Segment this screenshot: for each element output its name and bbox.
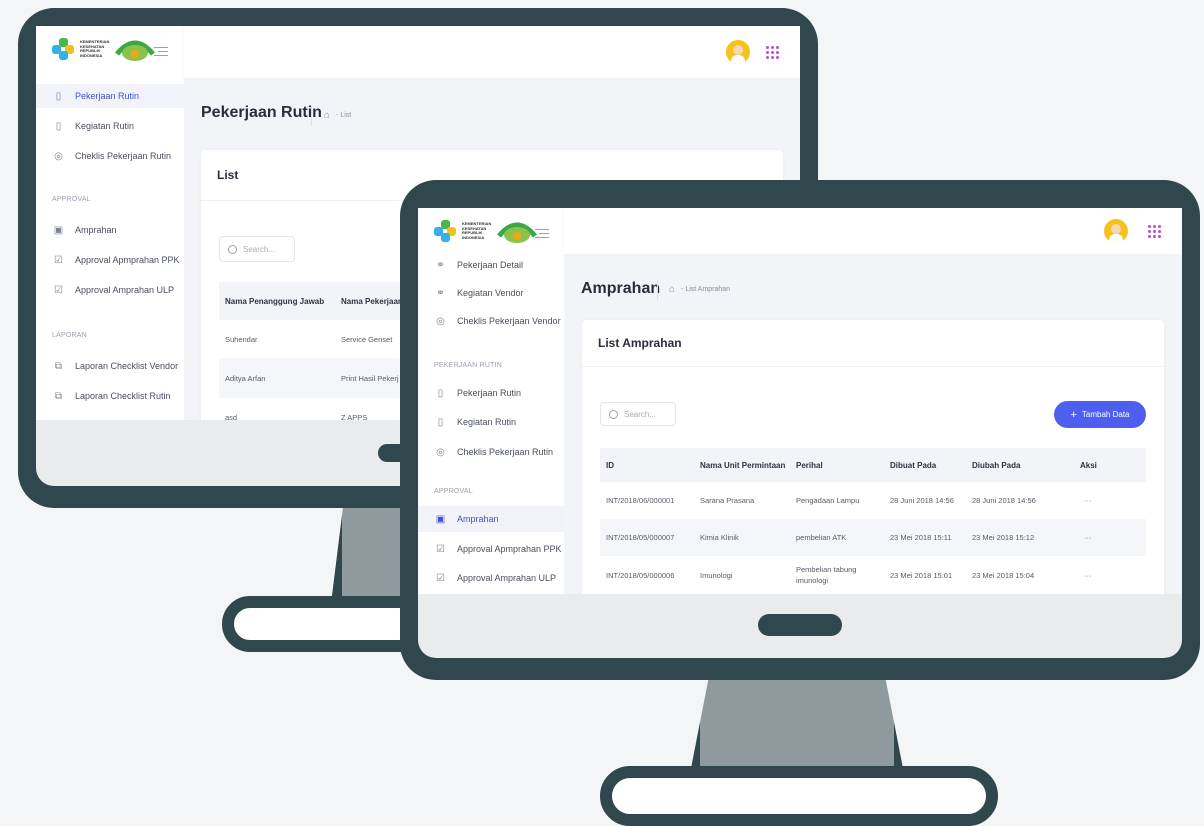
breadcrumb-current: - List Amprahan xyxy=(681,286,731,293)
home-icon[interactable]: ⌂ xyxy=(669,284,675,295)
column-header[interactable]: Aksi xyxy=(1080,461,1097,470)
building-icon: ▯ xyxy=(437,416,444,428)
table-cell: Imunologi xyxy=(700,571,733,580)
sidebar-item-cheklis-vendor[interactable]: ◎ Cheklis Pekerjaan Vendor xyxy=(418,312,561,330)
table-cell: 23 Mei 2018 15:12 xyxy=(972,533,1035,542)
column-header[interactable]: Nama Unit Permintaan xyxy=(700,461,785,470)
table-row[interactable]: INT/2018/05/000007 Kimia Klinik pembelia… xyxy=(600,519,1146,556)
table-cell: INT/2018/06/000001 xyxy=(606,496,675,505)
front-content: Amprahan ⌂ - List Amprahan List Amprahan … xyxy=(564,254,1182,594)
section-pekerjaan-rutin: PEKERJAAN RUTIN xyxy=(434,362,502,369)
sidebar-item-label: Approval Amprahan ULP xyxy=(457,573,557,583)
sidebar-item-label: Kegiatan Vendor xyxy=(457,288,524,298)
section-approval: APPROVAL xyxy=(434,488,473,495)
add-button-label: Tambah Data xyxy=(1081,410,1130,419)
box-icon: ▣ xyxy=(435,513,446,525)
sidebar-item-label: Amprahan xyxy=(457,514,499,524)
column-header[interactable]: Perihal xyxy=(796,461,823,470)
list-card: List Amprahan Search... + Tambah Data ID … xyxy=(582,320,1164,594)
sidebar-item-label: Pekerjaan Rutin xyxy=(457,388,522,398)
column-header[interactable]: Diubah Pada xyxy=(972,461,1020,470)
front-monitor-base xyxy=(600,766,998,826)
table-cell: 23 Mei 2018 15:04 xyxy=(972,571,1035,580)
row-actions-icon[interactable]: ··· xyxy=(1084,495,1092,506)
front-screen: KEMENTERIAN KESEHATAN REPUBLIK INDONESIA ⚭ P… xyxy=(418,208,1182,594)
column-header[interactable]: ID xyxy=(606,461,614,470)
table-cell: 23 Mei 2018 15:01 xyxy=(890,571,953,580)
sidebar-item-approval-ulp[interactable]: ☑ Approval Amprahan ULP xyxy=(418,569,556,587)
search-input[interactable]: Search... xyxy=(600,402,676,426)
table-cell: 23 Mei 2018 15:11 xyxy=(890,533,952,542)
add-data-button[interactable]: + Tambah Data xyxy=(1054,401,1146,428)
front-monitor: KEMENTERIAN KESEHATAN REPUBLIK INDONESIA ⚭ P… xyxy=(0,0,1204,826)
apps-grid-icon[interactable] xyxy=(1148,225,1161,238)
card-title: List Amprahan xyxy=(598,336,682,350)
table-cell: INT/2018/05/000007 xyxy=(606,533,675,542)
table-row[interactable]: INT/2018/06/000001 Sarana Prasana Pengad… xyxy=(600,482,1146,519)
handshake-icon: ⚭ xyxy=(436,287,445,299)
checkbox-icon: ☑ xyxy=(436,543,445,555)
logo-wordmark: KEMENTERIAN KESEHATAN REPUBLIK INDONESIA xyxy=(462,221,492,240)
row-actions-icon[interactable]: ··· xyxy=(1084,532,1092,543)
search-placeholder: Search... xyxy=(624,409,657,419)
sidebar-item-amprahan[interactable]: ▣ Amprahan xyxy=(418,506,564,532)
table-cell: 28 Juni 2018 14:56 xyxy=(890,496,954,505)
table-cell: pembelian ATK xyxy=(796,533,847,542)
breadcrumb: ⌂ - List Amprahan xyxy=(669,284,730,295)
sidebar-item-label: Approval Apmprahan PPK xyxy=(457,544,562,554)
plus-icon: + xyxy=(1070,408,1077,421)
sidebar-item-label: Kegiatan Rutin xyxy=(457,417,517,427)
front-logo: KEMENTERIAN KESEHATAN REPUBLIK INDONESIA xyxy=(434,218,538,244)
sidebar-item-pekerjaan-rutin[interactable]: ▯ Pekerjaan Rutin xyxy=(418,384,521,402)
sidebar-item-kegiatan-rutin[interactable]: ▯ Kegiatan Rutin xyxy=(418,413,516,431)
avatar[interactable] xyxy=(1104,219,1128,243)
card-divider xyxy=(582,366,1164,367)
front-sidebar: KEMENTERIAN KESEHATAN REPUBLIK INDONESIA ⚭ P… xyxy=(418,208,564,594)
front-monitor-slot xyxy=(758,614,842,636)
table-row[interactable]: INT/2018/05/000006 Imunologi Pembelian t… xyxy=(600,556,1146,594)
table-cell: Pembelian tabung imunologi xyxy=(796,565,857,585)
table-cell: Pengadaan Lampu xyxy=(796,496,860,505)
sidebar-item-label: Cheklis Pekerjaan Vendor xyxy=(457,316,561,326)
checkbox-icon: ☑ xyxy=(436,572,445,584)
menu-toggle-icon[interactable] xyxy=(535,226,549,241)
sidebar-item-cheklis-rutin[interactable]: ◎ Cheklis Pekerjaan Rutin xyxy=(418,443,553,461)
breadcrumb-divider xyxy=(657,280,658,300)
table-cell: INT/2018/05/000006 xyxy=(606,571,675,580)
page-title: Amprahan xyxy=(581,280,661,297)
germas-seal-icon xyxy=(497,218,538,244)
kemenkes-logo-icon xyxy=(434,220,456,242)
handshake-icon: ⚭ xyxy=(436,259,445,271)
front-topbar xyxy=(564,208,1182,254)
table-cell: Sarana Prasana xyxy=(700,496,755,505)
check-circle-icon: ◎ xyxy=(436,446,445,458)
table-header: ID Nama Unit Permintaan Perihal Dibuat P… xyxy=(600,448,1146,482)
sidebar-item-kegiatan-vendor[interactable]: ⚭ Kegiatan Vendor xyxy=(418,284,524,302)
search-icon xyxy=(609,409,618,419)
table-cell: Kimia Klinik xyxy=(700,533,739,542)
sidebar-item-pekerjaan-detail[interactable]: ⚭ Pekerjaan Detail xyxy=(418,256,523,274)
sidebar-item-label: Cheklis Pekerjaan Rutin xyxy=(457,447,554,457)
table-cell: 28 Juni 2018 14:56 xyxy=(972,496,1036,505)
sidebar-item-label: Pekerjaan Detail xyxy=(457,260,524,270)
row-actions-icon[interactable]: ··· xyxy=(1084,570,1092,581)
column-header[interactable]: Dibuat Pada xyxy=(890,461,936,470)
sidebar-item-approval-ppk[interactable]: ☑ Approval Apmprahan PPK xyxy=(418,540,562,558)
check-circle-icon: ◎ xyxy=(436,315,445,327)
building-icon: ▯ xyxy=(437,387,444,399)
